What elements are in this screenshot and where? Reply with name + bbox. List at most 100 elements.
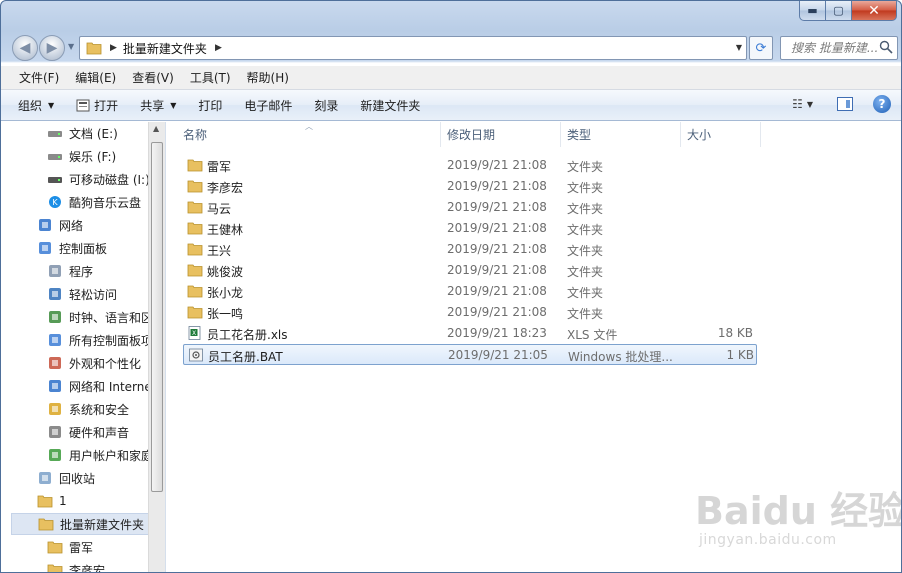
caption-buttons: ▬ ▢ ✕ xyxy=(799,1,897,21)
menu-edit[interactable]: 编辑(E) xyxy=(67,69,124,86)
folder-icon xyxy=(86,42,102,55)
nav-item[interactable]: K 酷狗音乐云盘 xyxy=(47,191,141,213)
nav-item[interactable]: 批量新建文件夹 xyxy=(11,513,151,535)
file-date: 2019/9/21 21:08 xyxy=(447,284,547,298)
open-button[interactable]: 打开 xyxy=(76,97,118,114)
address-bar[interactable]: ▶ 批量新建文件夹 ▶ ▼ xyxy=(79,36,747,60)
open-label: 打开 xyxy=(94,98,119,113)
nav-item-label: 娱乐 (F:) xyxy=(69,149,117,164)
folder-icon xyxy=(37,495,53,508)
preview-pane-icon[interactable] xyxy=(837,97,853,111)
folder-icon xyxy=(187,159,203,172)
folder-icon xyxy=(187,285,203,298)
nav-item[interactable]: 娱乐 (F:) xyxy=(47,145,116,167)
nav-item[interactable]: 控制面板 xyxy=(37,237,107,259)
nav-item[interactable]: 雷军 xyxy=(47,536,93,558)
share-button[interactable]: 共享 ▼ xyxy=(140,97,176,114)
nav-item[interactable]: 外观和个性化 xyxy=(47,352,141,374)
forward-button[interactable]: ▶ xyxy=(39,35,65,61)
nav-item-label: 网络和 Interne xyxy=(69,379,152,394)
print-button[interactable]: 打印 xyxy=(198,97,222,114)
new-folder-button[interactable]: 新建文件夹 xyxy=(360,97,420,114)
folder-icon xyxy=(47,564,63,572)
nav-scrollbar[interactable]: ▲ xyxy=(148,122,165,572)
menu-help[interactable]: 帮助(H) xyxy=(239,69,297,86)
breadcrumb-arrow-icon[interactable]: ▶ xyxy=(110,43,117,53)
file-type: 文件夹 xyxy=(567,202,604,216)
view-mode-icon[interactable]: ☷ xyxy=(792,97,803,111)
svg-text:X: X xyxy=(192,330,196,337)
column-header-type[interactable]: 类型 xyxy=(561,122,681,147)
file-row[interactable]: 姚俊波 2019/9/21 21:08 文件夹 xyxy=(183,260,757,281)
nav-item[interactable]: 回收站 xyxy=(37,467,95,489)
nav-item-label: 控制面板 xyxy=(59,241,108,256)
menu-file[interactable]: 文件(F) xyxy=(11,69,67,86)
nav-item[interactable]: 所有控制面板项 xyxy=(47,329,153,351)
file-row[interactable]: 马云 2019/9/21 21:08 文件夹 xyxy=(183,197,757,218)
nav-item-label: 批量新建文件夹 xyxy=(60,517,145,532)
file-date: 2019/9/21 21:08 xyxy=(447,305,547,319)
nav-item[interactable]: 李彦宏 xyxy=(47,559,105,572)
file-date: 2019/9/21 21:08 xyxy=(447,242,547,256)
file-row[interactable]: 员工名册.BAT 2019/9/21 21:05 Windows 批处理... 1 K… xyxy=(183,344,757,365)
nav-item[interactable]: 可移动磁盘 (I:) xyxy=(47,168,150,190)
recent-pages-dropdown[interactable]: ▼ xyxy=(68,42,74,51)
close-button[interactable]: ✕ xyxy=(852,1,897,21)
nav-item[interactable]: 时钟、语言和区 xyxy=(47,306,153,328)
breadcrumb-arrow-icon[interactable]: ▶ xyxy=(215,43,222,53)
help-icon[interactable]: ? xyxy=(873,95,891,113)
network-icon xyxy=(39,219,51,231)
nav-item[interactable]: 程序 xyxy=(47,260,93,282)
nav-item[interactable]: 网络和 Interne xyxy=(47,375,152,397)
file-type: 文件夹 xyxy=(567,286,604,300)
file-type: 文件夹 xyxy=(567,307,604,321)
nav-item-label: 所有控制面板项 xyxy=(69,333,154,348)
file-row[interactable]: X 员工花名册.xls 2019/9/21 18:23 XLS 文件 18 KB xyxy=(183,323,757,344)
menu-view[interactable]: 查看(V) xyxy=(124,69,182,86)
file-row[interactable]: 雷军 2019/9/21 21:08 文件夹 xyxy=(183,155,757,176)
drive-icon xyxy=(48,131,62,137)
network-internet-icon xyxy=(49,380,61,392)
file-type: 文件夹 xyxy=(567,223,604,237)
nav-item[interactable]: 网络 xyxy=(37,214,83,236)
nav-item-label: 文档 (E:) xyxy=(69,126,118,141)
nav-item[interactable]: 系统和安全 xyxy=(47,398,129,420)
batch-file-icon xyxy=(189,348,203,362)
email-button[interactable]: 电子邮件 xyxy=(244,97,292,114)
file-row[interactable]: 王健林 2019/9/21 21:08 文件夹 xyxy=(183,218,757,239)
nav-item[interactable]: 硬件和声音 xyxy=(47,421,129,443)
file-row[interactable]: 李彦宏 2019/9/21 21:08 文件夹 xyxy=(183,176,757,197)
burn-button[interactable]: 刻录 xyxy=(314,97,338,114)
column-header-name[interactable]: 名称 xyxy=(177,122,441,147)
maximize-button[interactable]: ▢ xyxy=(826,1,852,21)
menu-tools[interactable]: 工具(T) xyxy=(182,69,239,86)
back-button[interactable]: ◀ xyxy=(12,35,38,61)
nav-item-label: 系统和安全 xyxy=(69,402,130,417)
search-input[interactable]: 搜索 批量新建... xyxy=(780,36,898,60)
open-file-icon xyxy=(76,99,90,111)
file-name: 张小龙 xyxy=(207,286,244,300)
organize-button[interactable]: 组织 ▼ xyxy=(18,97,54,114)
menu-bar: 文件(F) 编辑(E) 查看(V) 工具(T) 帮助(H) xyxy=(1,66,901,90)
file-row[interactable]: 王兴 2019/9/21 21:08 文件夹 xyxy=(183,239,757,260)
nav-item[interactable]: 1 xyxy=(37,490,67,512)
scrollbar-thumb[interactable] xyxy=(151,142,163,492)
nav-item-label: 硬件和声音 xyxy=(69,425,130,440)
column-header-size[interactable]: 大小 xyxy=(681,122,761,147)
nav-item[interactable]: 文档 (E:) xyxy=(47,122,118,144)
nav-item[interactable]: 用户帐户和家庭 xyxy=(47,444,153,466)
address-history-dropdown[interactable]: ▼ xyxy=(736,43,742,52)
scroll-up-icon[interactable]: ▲ xyxy=(153,124,159,133)
file-row[interactable]: 张小龙 2019/9/21 21:08 文件夹 xyxy=(183,281,757,302)
file-date: 2019/9/21 18:23 xyxy=(447,326,547,340)
file-type: Windows 批处理... xyxy=(568,350,673,364)
minimize-button[interactable]: ▬ xyxy=(799,1,826,21)
file-row[interactable]: 张一鸣 2019/9/21 21:08 文件夹 xyxy=(183,302,757,323)
breadcrumb-current[interactable]: 批量新建文件夹 xyxy=(123,40,207,57)
column-header-date[interactable]: 修改日期 xyxy=(441,122,561,147)
view-mode-dropdown[interactable]: ▼ xyxy=(807,100,813,109)
removable-drive-icon xyxy=(48,177,62,183)
refresh-button[interactable]: ⟳ xyxy=(749,36,773,60)
nav-item[interactable]: 轻松访问 xyxy=(47,283,117,305)
nav-item-label: 轻松访问 xyxy=(69,287,118,302)
